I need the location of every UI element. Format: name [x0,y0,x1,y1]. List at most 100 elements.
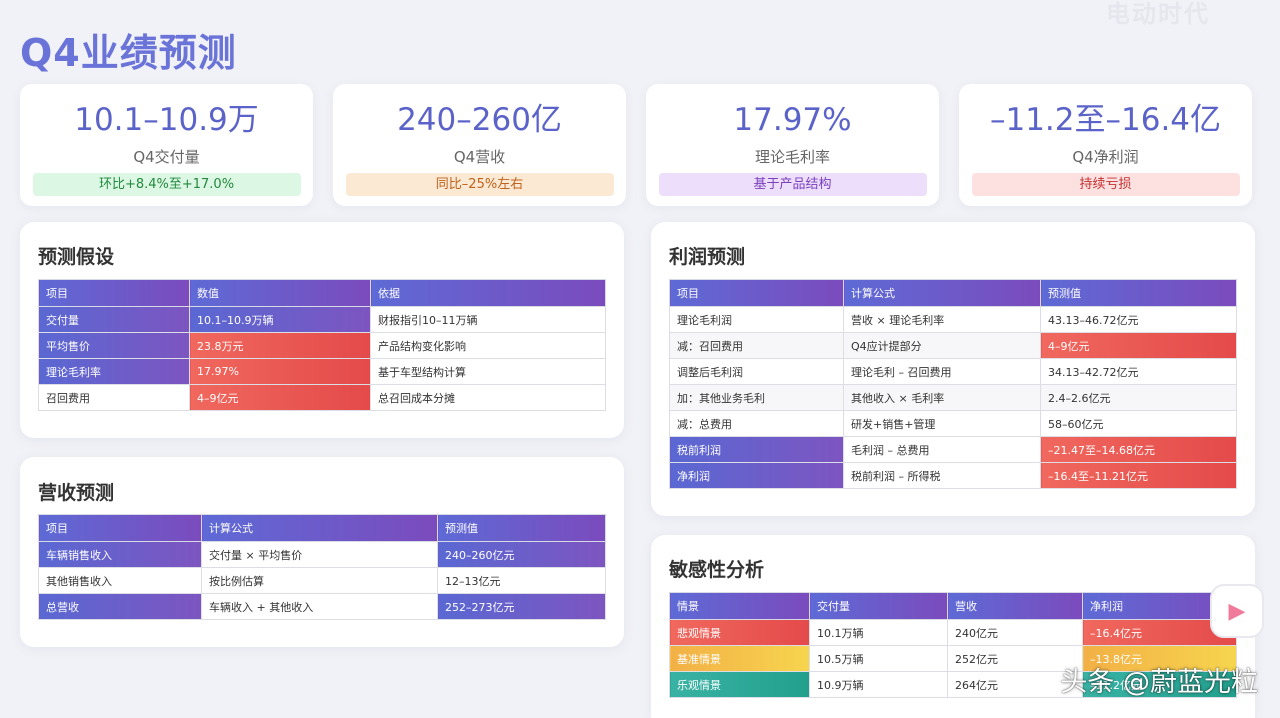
table-cell: 240亿元 [947,619,1083,646]
table-cell: 4–9亿元 [1040,332,1237,359]
table-cell: 毛利润 – 总费用 [843,436,1041,463]
table-row: 悲观情景 10.1万辆 240亿元 –16.4亿元 [669,619,1237,646]
table-cell: 10.5万辆 [809,645,948,672]
table-row: 平均售价 23.8万元 产品结构变化影响 [38,332,606,359]
table-cell: 10.1万辆 [809,619,948,646]
table-cell: 4–9亿元 [189,384,371,411]
table-header-row: 项目 计算公式 预测值 [38,514,606,542]
table-cell: 悲观情景 [669,619,810,646]
kpi-card-revenue: 240–260亿 Q4营收 同比–25%左右 [333,84,626,206]
kpi-value: 17.97% [733,102,852,138]
table-header-row: 情景 交付量 营收 净利润 [669,592,1237,620]
table-row: 召回费用 4–9亿元 总召回成本分摊 [38,384,606,411]
table-cell: 总召回成本分摊 [370,384,606,411]
kpi-row: 10.1–10.9万 Q4交付量 环比+8.4%至+17.0% 240–260亿… [20,84,1252,206]
table-cell: 17.97% [189,358,371,385]
table-header: 项目 [38,514,202,542]
table-cell: 调整后毛利润 [669,358,844,385]
table-header: 营收 [947,592,1083,620]
table-cell: 其他销售收入 [38,567,202,594]
table-cell: –21.47至–14.68亿元 [1040,436,1237,463]
table-cell: 2.4–2.6亿元 [1040,384,1237,411]
table-cell: 252–273亿元 [437,593,606,620]
bottom-watermark: 头条 @蔚蓝光粒 [1060,667,1258,698]
kpi-card-margin: 17.97% 理论毛利率 基于产品结构 [646,84,939,206]
profit-table: 项目 计算公式 预测值 理论毛利润 营收 × 理论毛利率 43.13–46.72… [669,279,1237,489]
table-cell: 减：召回费用 [669,332,844,359]
table-header: 数值 [189,279,371,307]
table-header: 依据 [370,279,606,307]
table-cell: 理论毛利 – 召回费用 [843,358,1041,385]
kpi-label: Q4净利润 [1072,148,1139,166]
sensitivity-title: 敏感性分析 [669,559,765,581]
table-row: 总营收 车辆收入 + 其他收入 252–273亿元 [38,593,606,620]
table-row: 其他销售收入 按比例估算 12–13亿元 [38,567,606,594]
kpi-card-net-profit: –11.2至–16.4亿 Q4净利润 持续亏损 [959,84,1252,206]
table-cell: 基于车型结构计算 [370,358,606,385]
kpi-card-delivery: 10.1–10.9万 Q4交付量 环比+8.4%至+17.0% [20,84,313,206]
table-cell: 减：总费用 [669,410,844,437]
table-row: 税前利润 毛利润 – 总费用 –21.47至–14.68亿元 [669,436,1237,463]
table-cell: 总营收 [38,593,202,620]
table-row: 理论毛利率 17.97% 基于车型结构计算 [38,358,606,385]
table-cell: 产品结构变化影响 [370,332,606,359]
table-cell: 平均售价 [38,332,190,359]
table-cell: 加：其他业务毛利 [669,384,844,411]
table-row: 加：其他业务毛利 其他收入 × 毛利率 2.4–2.6亿元 [669,384,1237,411]
table-row: 理论毛利润 营收 × 理论毛利率 43.13–46.72亿元 [669,306,1237,333]
table-cell: 交付量 [38,306,190,333]
kpi-tag: 基于产品结构 [658,173,927,196]
table-header: 预测值 [437,514,606,542]
kpi-value: 240–260亿 [397,102,562,138]
table-row: 交付量 10.1–10.9万辆 财报指引10–11万辆 [38,306,606,333]
table-header: 项目 [38,279,190,307]
table-cell: 基准情景 [669,645,810,672]
kpi-label: 理论毛利率 [754,148,830,166]
table-cell: 43.13–46.72亿元 [1040,306,1237,333]
table-cell: 34.13–42.72亿元 [1040,358,1237,385]
table-cell: 12–13亿元 [437,567,606,594]
table-cell: 理论毛利率 [38,358,190,385]
table-cell: 240–260亿元 [437,541,606,568]
table-header: 交付量 [809,592,948,620]
table-cell: 车辆销售收入 [38,541,202,568]
table-header: 预测值 [1040,279,1237,307]
table-cell: 23.8万元 [189,332,371,359]
profit-card: 利润预测 项目 计算公式 预测值 理论毛利润 营收 × 理论毛利率 43.13–… [651,222,1255,516]
table-cell: 净利润 [669,462,844,489]
kpi-label: Q4营收 [453,148,506,166]
revenue-card: 营收预测 项目 计算公式 预测值 车辆销售收入 交付量 × 平均售价 240–2… [20,457,624,647]
table-row: 净利润 税前利润 – 所得税 –16.4至–11.21亿元 [669,462,1237,489]
table-cell: Q4应计提部分 [843,332,1041,359]
kpi-value: –11.2至–16.4亿 [989,102,1222,138]
play-icon[interactable]: ▶ [1210,584,1264,638]
table-cell: 理论毛利润 [669,306,844,333]
table-row: 车辆销售收入 交付量 × 平均售价 240–260亿元 [38,541,606,568]
assumptions-title: 预测假设 [38,246,115,268]
kpi-tag: 同比–25%左右 [345,173,614,196]
table-cell: 税前利润 – 所得税 [843,462,1041,489]
table-row: 减：总费用 研发+销售+管理 58–60亿元 [669,410,1237,437]
table-header: 计算公式 [843,279,1041,307]
table-header: 情景 [669,592,810,620]
table-cell: 10.1–10.9万辆 [189,306,371,333]
table-cell: 营收 × 理论毛利率 [843,306,1041,333]
table-header: 计算公式 [201,514,438,542]
kpi-value: 10.1–10.9万 [74,102,259,138]
table-cell: 乐观情景 [669,671,810,698]
table-row: 调整后毛利润 理论毛利 – 召回费用 34.13–42.72亿元 [669,358,1237,385]
revenue-table: 项目 计算公式 预测值 车辆销售收入 交付量 × 平均售价 240–260亿元 … [38,514,606,620]
page-title: Q4业绩预测 [20,31,237,75]
table-header-row: 项目 计算公式 预测值 [669,279,1237,307]
kpi-tag: 持续亏损 [971,173,1240,196]
table-header: 项目 [669,279,844,307]
table-cell: 交付量 × 平均售价 [201,541,438,568]
table-cell: 财报指引10–11万辆 [370,306,606,333]
table-cell: 按比例估算 [201,567,438,594]
table-cell: 58–60亿元 [1040,410,1237,437]
table-cell: 车辆收入 + 其他收入 [201,593,438,620]
table-cell: 税前利润 [669,436,844,463]
revenue-title: 营收预测 [38,482,115,504]
assumptions-table: 项目 数值 依据 交付量 10.1–10.9万辆 财报指引10–11万辆 平均售… [38,279,606,411]
profit-title: 利润预测 [669,246,746,268]
